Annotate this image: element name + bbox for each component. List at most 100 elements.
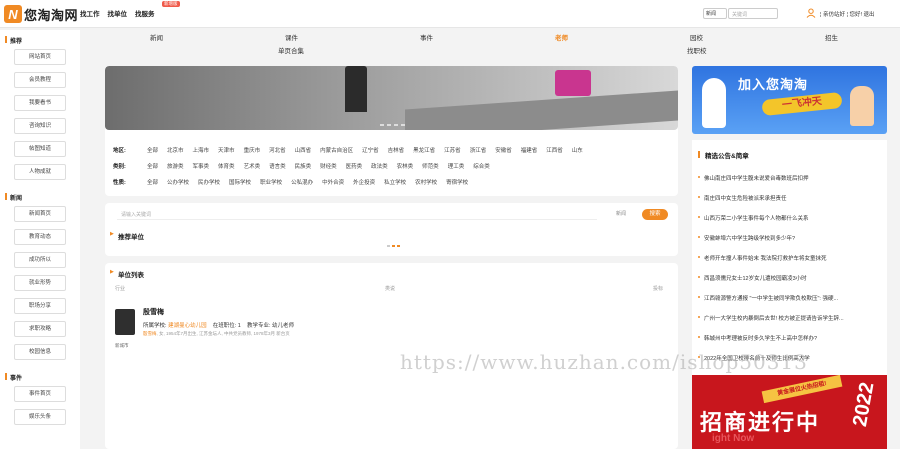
news-item[interactable]: 安徽蚌埠六中学生跨级学校到多少年? — [698, 234, 883, 242]
filter-option[interactable]: 农村学校 — [415, 178, 437, 186]
tab-teachers[interactable]: 老师 — [555, 32, 568, 42]
filter-option[interactable]: 军事类 — [193, 162, 210, 170]
join-banner-ad[interactable]: 加入您淘淘 一飞冲天 — [692, 66, 887, 134]
avatar[interactable] — [115, 309, 135, 335]
filter-option[interactable]: 师范类 — [422, 162, 439, 170]
filter-option[interactable]: 国际学校 — [229, 178, 251, 186]
filter-option[interactable]: 重庆市 — [244, 146, 261, 154]
filter-option[interactable]: 天津市 — [218, 146, 235, 154]
keyword-input[interactable]: 请输入关键词 — [117, 209, 597, 220]
column-type[interactable]: 类说 — [385, 285, 395, 292]
search-type-select[interactable]: 新闻 — [703, 8, 727, 19]
filter-option[interactable]: 全部 — [147, 178, 158, 186]
filter-option[interactable]: 黑龙江省 — [413, 146, 435, 154]
news-item[interactable]: 老师开车撞人事件始末 我法院打救护车将女童抹死 — [698, 254, 883, 262]
filter-option[interactable]: 全部 — [147, 162, 158, 170]
sidebar-item[interactable]: 网站首页 — [14, 49, 66, 65]
filter-option[interactable]: 上海市 — [193, 146, 210, 154]
filter-option[interactable]: 全部 — [147, 146, 158, 154]
filter-option[interactable]: 福建省 — [521, 146, 538, 154]
filter-option[interactable]: 江西省 — [546, 146, 563, 154]
filter-option[interactable]: 山西省 — [295, 146, 312, 154]
sidebar-item[interactable]: 就业形势 — [14, 275, 66, 291]
sidebar-item[interactable]: 校园信息 — [14, 344, 66, 360]
column-bid[interactable]: 投标 — [653, 285, 663, 292]
filter-option[interactable]: 内蒙古自治区 — [320, 146, 353, 154]
sidebar-item[interactable]: 咨询知识 — [14, 118, 66, 134]
filter-option[interactable]: 私立学校 — [384, 178, 406, 186]
filter-option[interactable]: 理工类 — [448, 162, 465, 170]
red-ad-year: 2022 — [849, 380, 879, 429]
sidebar-item[interactable]: 教育动态 — [14, 229, 66, 245]
sidebar-item[interactable]: 成功所以 — [14, 252, 66, 268]
nav-find-service[interactable]: 找服务 — [135, 8, 155, 18]
sidebar-item[interactable]: 会员教程 — [14, 72, 66, 88]
filter-option[interactable]: 旅游类 — [167, 162, 184, 170]
sidebar-item[interactable]: 求职攻略 — [14, 321, 66, 337]
filter-option[interactable]: 民办学校 — [198, 178, 220, 186]
banner-image[interactable] — [105, 66, 678, 130]
filter-option[interactable]: 河北省 — [269, 146, 286, 154]
tab-page-collection[interactable]: 单页合集 — [278, 45, 304, 55]
column-industry[interactable]: 行业 — [115, 285, 125, 292]
tab-schools[interactable]: 园校 — [690, 32, 703, 42]
tab-admissions[interactable]: 招生 — [825, 32, 838, 42]
news-item[interactable]: 山西万荣二小学生事件每个人物都什么关系 — [698, 214, 883, 222]
filter-option[interactable]: 江苏省 — [444, 146, 461, 154]
user-links[interactable]: ¦ 亲仿站好 ¦ 您好! 退出 — [820, 10, 875, 18]
search-input[interactable]: 关键词 — [728, 8, 778, 19]
news-item[interactable]: 佛山南庄四中学生腹未说爱台毒数班后扣押 — [698, 174, 883, 182]
sidebar-item[interactable]: 新闻首页 — [14, 206, 66, 222]
filter-option[interactable]: 吉林省 — [388, 146, 405, 154]
filter-option[interactable]: 中外合资 — [322, 178, 344, 186]
filter-option[interactable]: 民族类 — [295, 162, 312, 170]
news-item[interactable]: 广州一大学生校内暴倒后去世! 校方被正提请告诉学生辞... — [698, 314, 883, 322]
filter-option[interactable]: 体育类 — [218, 162, 235, 170]
news-item[interactable]: 南庄四中女生危险被派来承担责任 — [698, 194, 883, 202]
nav-find-employer[interactable]: 找单位 — [108, 8, 128, 18]
news-item[interactable]: 江西赣源警方通报 "一中学生被同学欺负校欺压": 强硬... — [698, 294, 883, 302]
sidebar-item[interactable]: 我要看书 — [14, 95, 66, 111]
filter-option[interactable]: 山东 — [572, 146, 583, 154]
filter-option[interactable]: 语言类 — [269, 162, 286, 170]
school-name[interactable]: 建湖曼心幼儿园 — [168, 323, 207, 329]
filter-option[interactable]: 农林类 — [397, 162, 414, 170]
filter-option[interactable]: 职业学校 — [260, 178, 282, 186]
banner-figure — [345, 66, 367, 112]
banner-box — [555, 70, 591, 96]
recruit-banner-ad[interactable]: 黄金展位火热招租! 招商进行中 2022 ight Now — [692, 375, 887, 449]
filter-option[interactable]: 寄宿学校 — [446, 178, 468, 186]
filter-option[interactable]: 辽宁省 — [362, 146, 379, 154]
filter-option[interactable]: 政法类 — [371, 162, 388, 170]
keyword-type-select[interactable]: 新闻 — [616, 210, 626, 217]
filter-option[interactable]: 公办学校 — [167, 178, 189, 186]
user-icon[interactable] — [806, 8, 816, 18]
tab-find-vocational[interactable]: 找职校 — [687, 45, 707, 55]
filter-option[interactable]: 艺术类 — [244, 162, 261, 170]
filter-option[interactable]: 医药类 — [346, 162, 363, 170]
person-name[interactable]: 殷雪梅 — [143, 307, 164, 317]
news-item[interactable]: 韩城州中考理被反时多久学生不上高中怎样办? — [698, 334, 883, 342]
banner-dots[interactable] — [380, 124, 405, 126]
filter-option[interactable]: 外企投资 — [353, 178, 375, 186]
nav-find-job[interactable]: 找工作 — [80, 8, 100, 18]
filter-row-region: 地区: 全部 北京市 上海市 天津市 重庆市 河北省 山西省 内蒙古自治区 辽宁省 吉林省 黑龙江省 江… — [113, 146, 683, 154]
news-item[interactable]: 西昌须儒兄女士12岁女儿遭校园霸凌3小时 — [698, 274, 883, 282]
filter-option[interactable]: 安徽省 — [495, 146, 512, 154]
main-card — [105, 66, 678, 196]
filter-option[interactable]: 北京市 — [167, 146, 184, 154]
search-button[interactable]: 搜索 — [642, 209, 668, 220]
filter-option[interactable]: 财经类 — [320, 162, 337, 170]
tab-news[interactable]: 新闻 — [150, 32, 163, 42]
sidebar-item[interactable]: 事件首页 — [14, 386, 66, 402]
sidebar-item[interactable]: 娱乐头条 — [14, 409, 66, 425]
tab-events[interactable]: 事件 — [420, 32, 433, 42]
filter-option[interactable]: 公私混办 — [291, 178, 313, 186]
site-logo[interactable]: N 您淘淘网 — [4, 4, 78, 24]
sidebar-item[interactable]: 人物成就 — [14, 164, 66, 180]
sidebar-item[interactable]: 帖图知道 — [14, 141, 66, 157]
sidebar-item[interactable]: 职场分享 — [14, 298, 66, 314]
filter-option[interactable]: 浙江省 — [470, 146, 487, 154]
tab-courseware[interactable]: 课件 — [285, 32, 298, 42]
filter-option[interactable]: 综合类 — [473, 162, 490, 170]
